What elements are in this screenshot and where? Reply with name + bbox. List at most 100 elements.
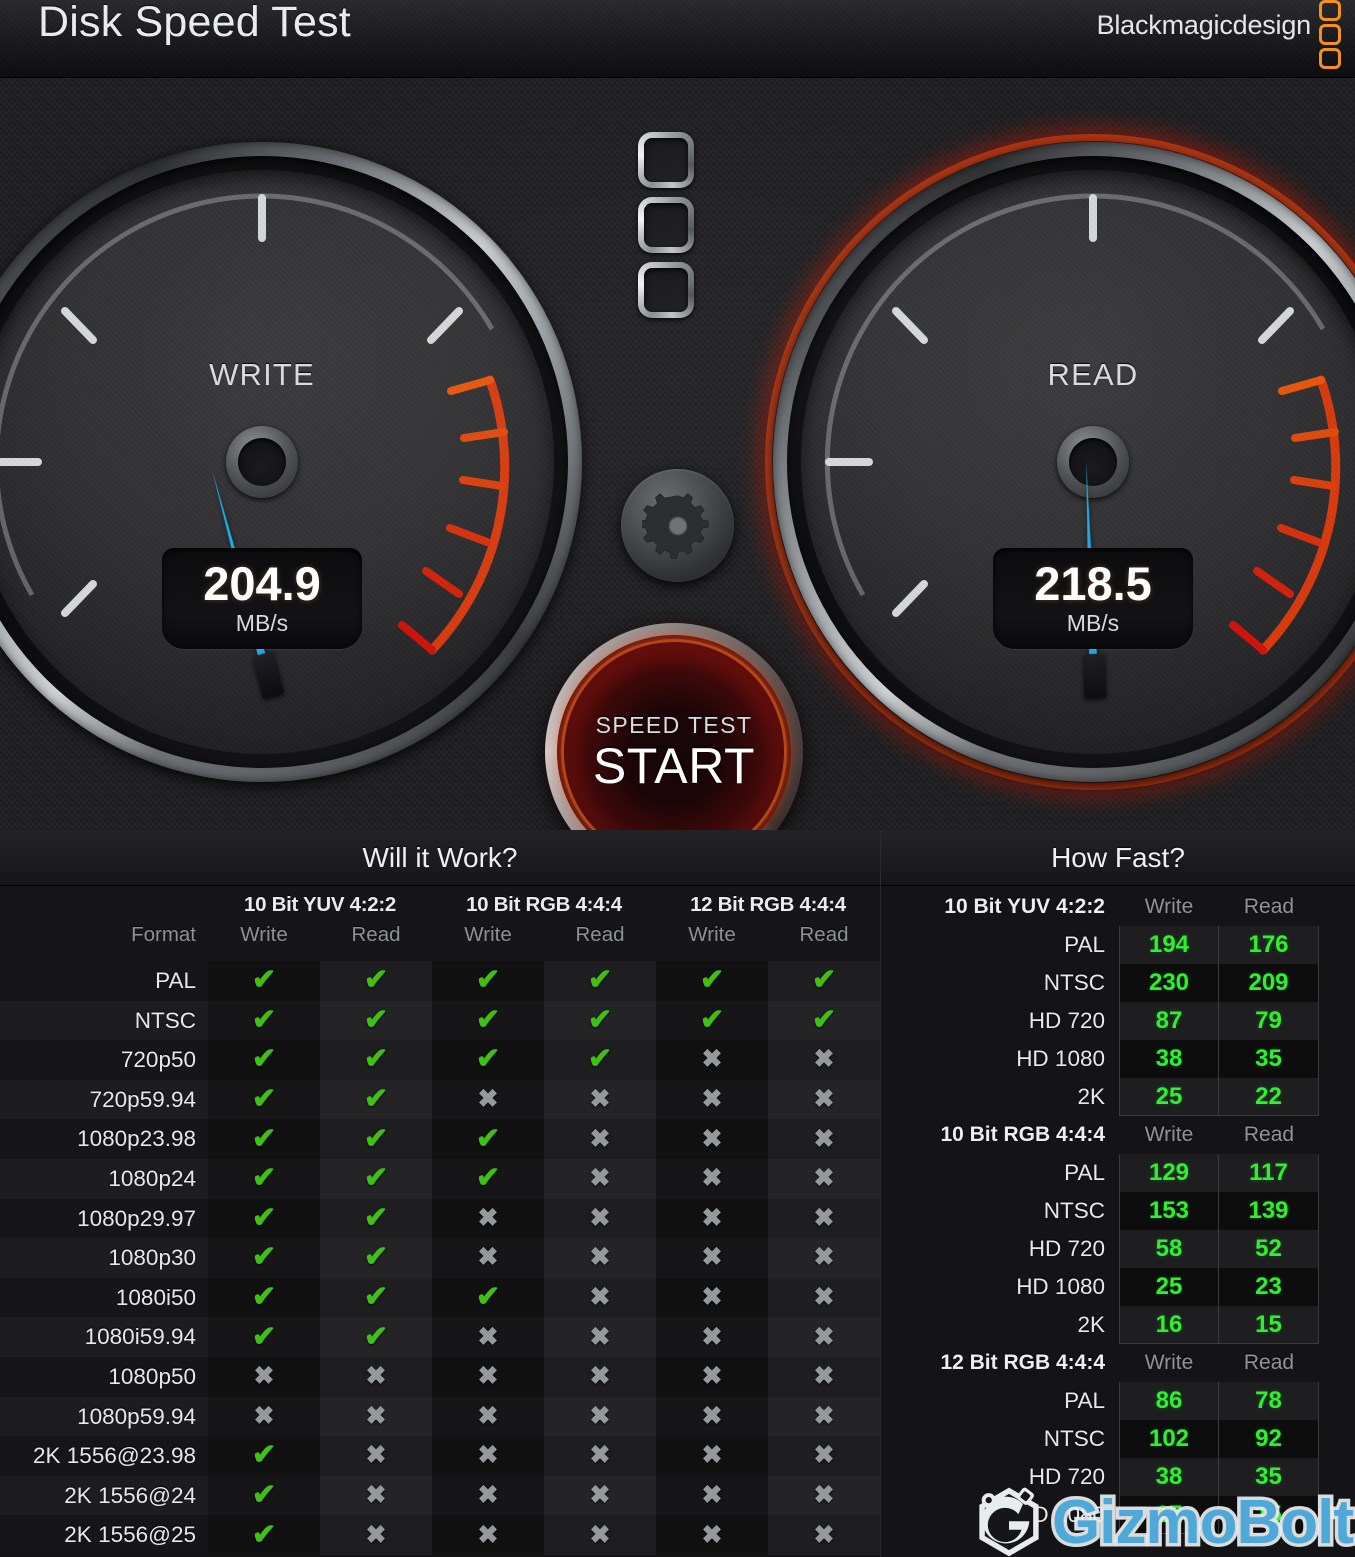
start-button-label: START <box>592 737 756 794</box>
how-fast-write-value: 25 <box>1119 1078 1219 1116</box>
write-gauge-dial: WRITE 204.9 MB/s <box>0 170 554 754</box>
supported-cell: ✔ <box>432 1119 544 1159</box>
settings-button[interactable] <box>621 469 734 582</box>
write-gauge-label: WRITE <box>209 356 315 392</box>
how-fast-group-1: 10 Bit RGB 4:4:4 Write Read PAL 129 117 NTSC 15… <box>881 1116 1355 1344</box>
unsupported-cell: ✖ <box>544 1357 656 1397</box>
table-row: 720p50 ✔ ✔ ✔ ✔ ✖ ✖ <box>0 1040 880 1080</box>
how-fast-read-value: 22 <box>1219 1078 1319 1116</box>
unsupported-cell: ✖ <box>656 1079 768 1120</box>
check-icon: ✔ <box>251 1518 277 1551</box>
supported-cell: ✔ <box>432 961 544 1001</box>
cross-icon: ✖ <box>589 1520 611 1549</box>
unsupported-cell: ✖ <box>432 1238 544 1278</box>
check-icon: ✔ <box>251 1083 277 1116</box>
list-item: HD 1080 38 35 <box>881 1040 1355 1078</box>
check-icon: ✔ <box>811 1003 837 1036</box>
app-header: Disk Speed Test Blackmagicdesign <box>0 0 1355 78</box>
table-row: 2K 1556@25 ✔ ✖ ✖ ✖ ✖ ✖ <box>0 1515 880 1555</box>
cross-icon: ✖ <box>477 1203 499 1232</box>
unsupported-cell: ✖ <box>656 1158 768 1199</box>
how-fast-group-header: 12 Bit RGB 4:4:4 Write Read <box>881 1344 1355 1382</box>
unsupported-cell: ✖ <box>320 1436 432 1476</box>
unsupported-cell: ✖ <box>768 1397 880 1437</box>
check-icon: ✔ <box>251 1439 277 1472</box>
supported-cell: ✔ <box>208 1000 320 1041</box>
cross-icon: ✖ <box>701 1124 723 1153</box>
supported-cell: ✔ <box>208 1158 320 1199</box>
supported-cell: ✔ <box>208 1475 320 1516</box>
list-item: PAL 194 176 <box>881 926 1355 964</box>
unsupported-cell: ✖ <box>432 1515 544 1555</box>
supported-cell: ✔ <box>544 1040 656 1080</box>
cross-icon: ✖ <box>813 1243 835 1272</box>
format-label: 1080p23.98 <box>77 1126 196 1152</box>
check-icon: ✔ <box>475 964 501 997</box>
how-fast-row-label: NTSC <box>1043 1426 1105 1451</box>
blackmagic-mark-icon <box>1319 0 1341 69</box>
check-icon: ✔ <box>587 1043 613 1076</box>
unsupported-cell: ✖ <box>768 1238 880 1278</box>
will-it-work-header: 10 Bit YUV 4:2:2 10 Bit RGB 4:4:4 12 Bit R… <box>0 886 880 961</box>
unsupported-cell: ✖ <box>656 1277 768 1318</box>
wiw-group-header-0: 10 Bit YUV 4:2:2 <box>243 893 397 916</box>
how-fast-read-header: Read <box>1243 895 1295 918</box>
format-label: 720p50 <box>120 1047 196 1073</box>
cross-icon: ✖ <box>589 1322 611 1351</box>
check-icon: ✔ <box>363 1201 389 1234</box>
cross-icon: ✖ <box>589 1481 611 1510</box>
cross-icon: ✖ <box>701 1045 723 1074</box>
stress-led-3[interactable] <box>638 262 694 318</box>
wiw-sub-header-3: Read <box>575 923 625 946</box>
list-item: NTSC 102 92 <box>881 1420 1355 1458</box>
how-fast-read-header: Read <box>1243 1351 1295 1374</box>
table-row: 1080p30 ✔ ✔ ✖ ✖ ✖ ✖ <box>0 1238 880 1278</box>
how-fast-row-label: HD 1080 <box>1016 1046 1105 1071</box>
check-icon: ✔ <box>251 1201 277 1234</box>
how-fast-read-value: 79 <box>1219 1002 1319 1040</box>
how-fast-write-value: 87 <box>1119 1002 1219 1040</box>
cross-icon: ✖ <box>589 1164 611 1193</box>
list-item: PAL 86 78 <box>881 1382 1355 1420</box>
cross-icon: ✖ <box>365 1520 387 1549</box>
stress-led-1[interactable] <box>638 132 694 188</box>
check-icon: ✔ <box>699 964 725 997</box>
check-icon: ✔ <box>587 1003 613 1036</box>
cross-icon: ✖ <box>701 1441 723 1470</box>
check-icon: ✔ <box>363 1083 389 1116</box>
cross-icon: ✖ <box>701 1085 723 1114</box>
stress-led-2[interactable] <box>638 197 694 253</box>
format-label: 1080p30 <box>108 1245 196 1271</box>
write-gauge: WRITE 204.9 MB/s <box>0 112 612 812</box>
supported-cell: ✔ <box>544 961 656 1001</box>
supported-cell: ✔ <box>320 1119 432 1159</box>
list-item: 2K 25 22 <box>881 1078 1355 1116</box>
brand-name: Blackmagicdesign <box>1096 10 1312 40</box>
check-icon: ✔ <box>251 1281 277 1314</box>
how-fast-read-value: 139 <box>1219 1192 1319 1230</box>
cross-icon: ✖ <box>477 1481 499 1510</box>
write-unit: MB/s <box>235 610 289 636</box>
check-icon: ✔ <box>811 964 837 997</box>
supported-cell: ✔ <box>768 1001 880 1041</box>
how-fast-group-name: 10 Bit YUV 4:2:2 <box>944 895 1105 918</box>
unsupported-cell: ✖ <box>768 1119 880 1159</box>
page-title: Disk Speed Test <box>38 0 351 46</box>
how-fast-row-label: 2K <box>1077 1312 1105 1337</box>
unsupported-cell: ✖ <box>656 1198 768 1239</box>
stress-indicator-group[interactable] <box>638 132 694 318</box>
table-row: NTSC ✔ ✔ ✔ ✔ ✔ ✔ <box>0 1000 880 1041</box>
list-item: NTSC 230 209 <box>881 964 1355 1002</box>
how-fast-group-name: 12 Bit RGB 4:4:4 <box>940 1351 1105 1374</box>
how-fast-write-value: 58 <box>1119 1230 1219 1268</box>
how-fast-row-label: HD 1080 <box>1016 1274 1105 1299</box>
supported-cell: ✔ <box>320 1159 432 1199</box>
supported-cell: ✔ <box>656 1000 768 1041</box>
how-fast-row-label: HD 720 <box>1028 1236 1105 1261</box>
unsupported-cell: ✖ <box>432 1317 544 1357</box>
cross-icon: ✖ <box>701 1362 723 1391</box>
cross-icon: ✖ <box>701 1283 723 1312</box>
cross-icon: ✖ <box>477 1085 499 1114</box>
how-fast-write-value: 38 <box>1119 1458 1219 1496</box>
list-item: HD 1080 17 15 <box>881 1496 1355 1534</box>
